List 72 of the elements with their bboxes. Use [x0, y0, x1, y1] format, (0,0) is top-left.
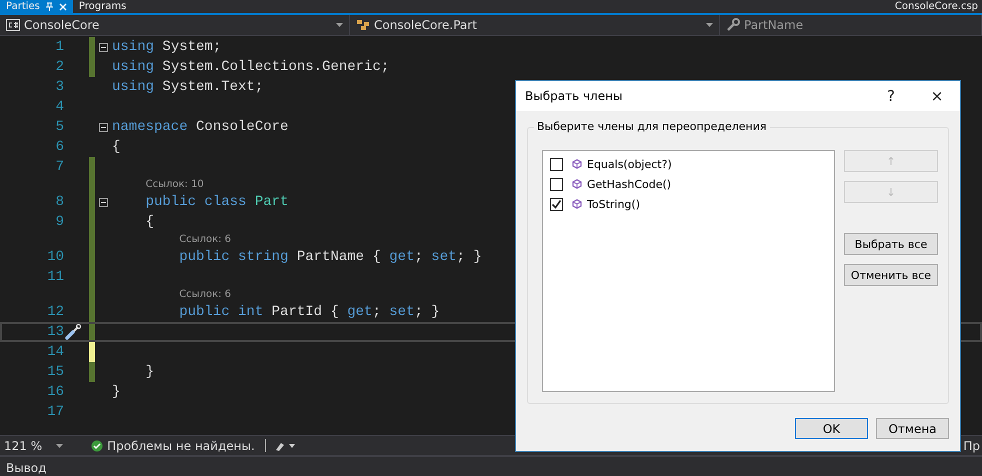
class-icon — [356, 19, 370, 31]
close-button[interactable]: × — [914, 81, 960, 111]
method-cube-icon — [572, 179, 582, 189]
line-number: 9 — [54, 213, 64, 232]
line-number: 11 — [46, 268, 64, 287]
dropdown-caret-icon — [706, 23, 713, 27]
ok-button[interactable]: OK — [795, 418, 868, 439]
line-number: 3 — [54, 78, 64, 97]
member-dropdown[interactable]: PartName — [720, 15, 982, 35]
line-number: 17 — [46, 403, 64, 422]
code-line: using System; — [112, 39, 222, 55]
dialog-title: Выбрать члены — [525, 89, 624, 103]
document-tab[interactable]: Parties — [0, 0, 73, 13]
code-line: public class Part — [144, 194, 288, 210]
checkbox[interactable] — [550, 178, 563, 190]
code-line: using System.Collections.Generic; — [112, 59, 390, 75]
document-tab[interactable]: Programs — [72, 0, 132, 13]
pin-icon[interactable] — [44, 2, 54, 11]
code-line: } — [144, 364, 154, 380]
group-label: Выберите члены для переопределения — [534, 120, 770, 133]
panel-title: Вывод — [5, 461, 46, 475]
line-number: 14 — [46, 343, 64, 362]
code-line: { — [112, 139, 120, 155]
checkbox[interactable] — [550, 198, 563, 210]
line-number: 15 — [46, 363, 64, 382]
reference-count-link[interactable]: Ссылок: 6 — [179, 287, 232, 302]
collapse-icon[interactable] — [99, 42, 108, 52]
collapse-icon[interactable] — [99, 198, 108, 206]
collapse-icon[interactable] — [99, 122, 108, 132]
cancel-button[interactable]: Отмена — [876, 418, 949, 439]
code-line: namespace ConsoleCore — [112, 119, 288, 135]
member-item[interactable]: GetHashCode() — [587, 178, 672, 190]
method-cube-icon — [572, 199, 582, 209]
code-line: { — [144, 214, 154, 230]
close-icon[interactable] — [58, 2, 67, 10]
select-all-button[interactable]: Выбрать все — [844, 233, 938, 255]
checkbox[interactable] — [550, 158, 563, 170]
reference-count-link[interactable]: Ссылок: 6 — [179, 232, 232, 247]
deselect-all-button[interactable]: Отменить все — [844, 264, 938, 286]
reference-count-link[interactable]: Ссылок: 10 — [146, 177, 204, 192]
issues-status-link[interactable]: Проблемы не найдены. — [107, 438, 265, 452]
member-item[interactable]: ToString() — [587, 198, 640, 210]
help-button[interactable]: ? — [868, 81, 914, 111]
zoom-dropdown[interactable]: 121 % — [0, 438, 70, 452]
line-number: 1 — [54, 38, 64, 57]
members-list[interactable]: Equals(object?) GetHashCode() ToString() — [542, 150, 835, 392]
line-number: 12 — [46, 303, 64, 322]
code-line: public int PartId { get; set; } — [178, 304, 440, 320]
line-number: 2 — [54, 58, 64, 77]
line-number: 4 — [54, 98, 64, 117]
line-number: 5 — [54, 118, 64, 137]
member-item[interactable]: Equals(object?) — [587, 158, 672, 170]
line-number: 7 — [54, 158, 64, 177]
csharp-project-icon — [6, 19, 20, 31]
wrench-icon — [726, 18, 740, 32]
code-line: using System.Text; — [112, 79, 264, 95]
code-line: public string PartName { get; set; } — [178, 249, 482, 265]
screwdriver-icon[interactable] — [64, 323, 82, 341]
status-text: Пр — [963, 438, 981, 452]
project-dropdown[interactable]: ConsoleCore — [0, 15, 350, 35]
line-number: 10 — [46, 248, 64, 267]
check-circle-icon — [91, 440, 104, 452]
project-title: ConsoleCore.csp — [894, 0, 979, 13]
line-number: 6 — [54, 138, 64, 157]
type-dropdown[interactable]: ConsoleCore.Part — [350, 15, 720, 35]
code-line: } — [112, 384, 120, 400]
line-number: 8 — [54, 193, 64, 212]
dropdown-caret-icon — [56, 444, 64, 448]
line-number: 16 — [46, 383, 64, 402]
line-number: 13 — [46, 323, 64, 342]
dropdown-caret-icon — [336, 23, 343, 27]
method-cube-icon — [572, 159, 582, 169]
